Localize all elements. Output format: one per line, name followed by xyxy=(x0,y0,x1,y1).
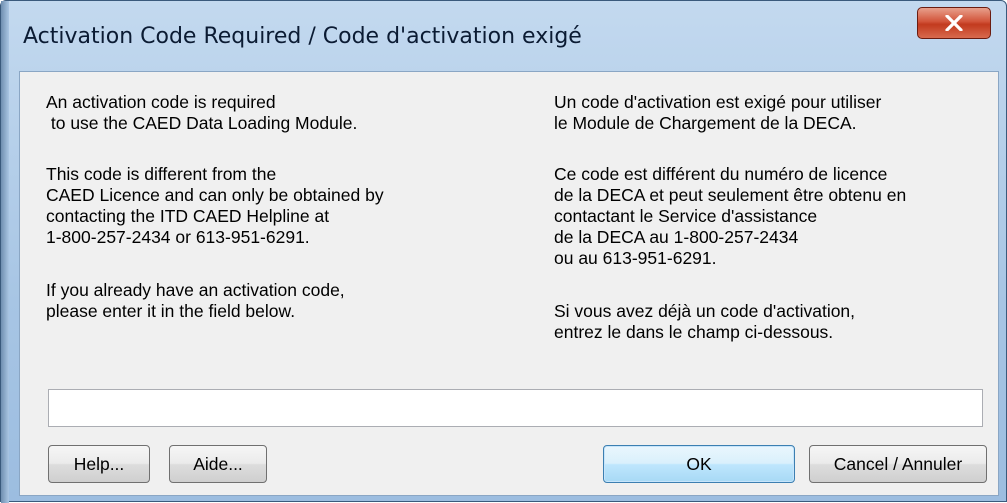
french-intro-text: Un code d'activation est exigé pour util… xyxy=(554,92,882,133)
cancel-button[interactable]: Cancel / Annuler xyxy=(809,445,987,483)
title-bar[interactable]: Activation Code Required / Code d'activa… xyxy=(9,1,1006,81)
english-instruction-text: If you already have an activation code, … xyxy=(46,280,345,321)
activation-code-input[interactable] xyxy=(48,389,983,427)
aide-button[interactable]: Aide... xyxy=(169,445,267,483)
english-intro-text: An activation code is required to use th… xyxy=(46,92,358,133)
window-title: Activation Code Required / Code d'activa… xyxy=(23,24,582,49)
english-licence-text: This code is different from the CAED Lic… xyxy=(46,164,384,247)
ok-button[interactable]: OK xyxy=(603,445,795,483)
window-frame-edge xyxy=(1,1,9,503)
dialog-body: An activation code is required to use th… xyxy=(19,71,999,496)
french-licence-text: Ce code est différent du numéro de licen… xyxy=(554,164,907,268)
help-button[interactable]: Help... xyxy=(48,445,150,483)
activation-dialog: Activation Code Required / Code d'activa… xyxy=(0,0,1007,503)
close-button[interactable] xyxy=(917,7,991,39)
french-instruction-text: Si vous avez déjà un code d'activation, … xyxy=(554,301,856,342)
close-icon xyxy=(945,15,963,31)
